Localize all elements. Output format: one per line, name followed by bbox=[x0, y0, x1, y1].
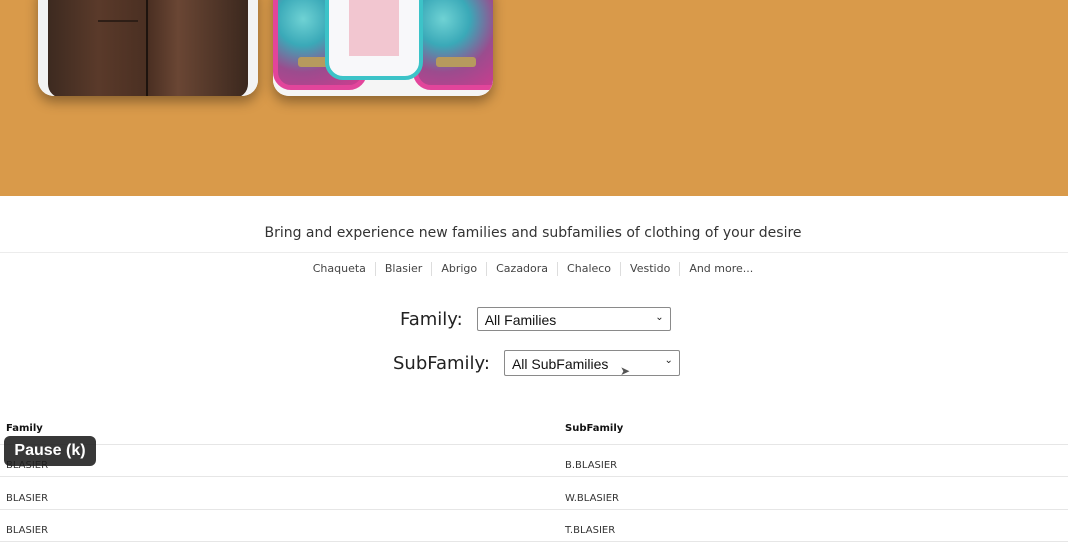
phone-screen bbox=[349, 0, 399, 56]
phone-case-back-right bbox=[413, 0, 493, 90]
table-header: Family SubFamily bbox=[0, 420, 1068, 445]
category-link[interactable]: Cazadora bbox=[486, 262, 557, 276]
chevron-down-icon: ⌄ bbox=[664, 355, 673, 366]
pause-tooltip: Pause (k) bbox=[4, 436, 96, 466]
jacket-seam bbox=[98, 20, 138, 22]
table-row[interactable]: BLASIER B.BLASIER bbox=[0, 444, 1068, 477]
product-card-phone-case[interactable] bbox=[273, 0, 493, 96]
column-header-family[interactable]: Family bbox=[6, 423, 43, 434]
jacket-image bbox=[48, 0, 248, 96]
hero-banner bbox=[0, 0, 1068, 196]
section-divider bbox=[0, 252, 1068, 253]
case-plate bbox=[436, 57, 476, 67]
category-link-more[interactable]: And more... bbox=[679, 262, 762, 276]
category-link[interactable]: Abrigo bbox=[431, 262, 486, 276]
family-select[interactable]: All Families ⌄ bbox=[476, 307, 671, 331]
category-link[interactable]: Vestido bbox=[620, 262, 679, 276]
chevron-down-icon: ⌄ bbox=[655, 312, 664, 323]
category-links: Chaqueta Blasier Abrigo Cazadora Chaleco… bbox=[0, 262, 1066, 276]
table-row[interactable]: BLASIER W.BLASIER bbox=[0, 477, 1068, 510]
column-header-subfamily[interactable]: SubFamily bbox=[565, 423, 623, 434]
cell-subfamily: W.BLASIER bbox=[565, 493, 619, 504]
phone-front-image bbox=[325, 0, 423, 80]
mouse-cursor-icon: ➤ bbox=[620, 364, 631, 378]
jacket-zipper bbox=[146, 0, 148, 96]
subfamily-select[interactable]: All SubFamilies ⌄ bbox=[503, 350, 680, 376]
product-card-jacket[interactable] bbox=[38, 0, 258, 96]
category-link[interactable]: Chaleco bbox=[557, 262, 620, 276]
family-select-value: All Families bbox=[484, 312, 557, 328]
cell-family: BLASIER bbox=[6, 493, 49, 504]
cell-subfamily: B.BLASIER bbox=[565, 460, 618, 471]
subfamily-filter: SubFamily: All SubFamilies ⌄ bbox=[393, 350, 680, 376]
subfamily-select-value: All SubFamilies bbox=[511, 356, 609, 372]
tagline: Bring and experience new families and su… bbox=[264, 225, 802, 241]
category-link[interactable]: Blasier bbox=[374, 262, 431, 276]
family-filter: Family: All Families ⌄ bbox=[400, 307, 671, 331]
family-label: Family: bbox=[400, 308, 463, 330]
subfamily-label: SubFamily: bbox=[393, 352, 490, 374]
category-link[interactable]: Chaqueta bbox=[304, 262, 375, 276]
table-row[interactable]: BLASIER T.BLASIER bbox=[0, 509, 1068, 542]
